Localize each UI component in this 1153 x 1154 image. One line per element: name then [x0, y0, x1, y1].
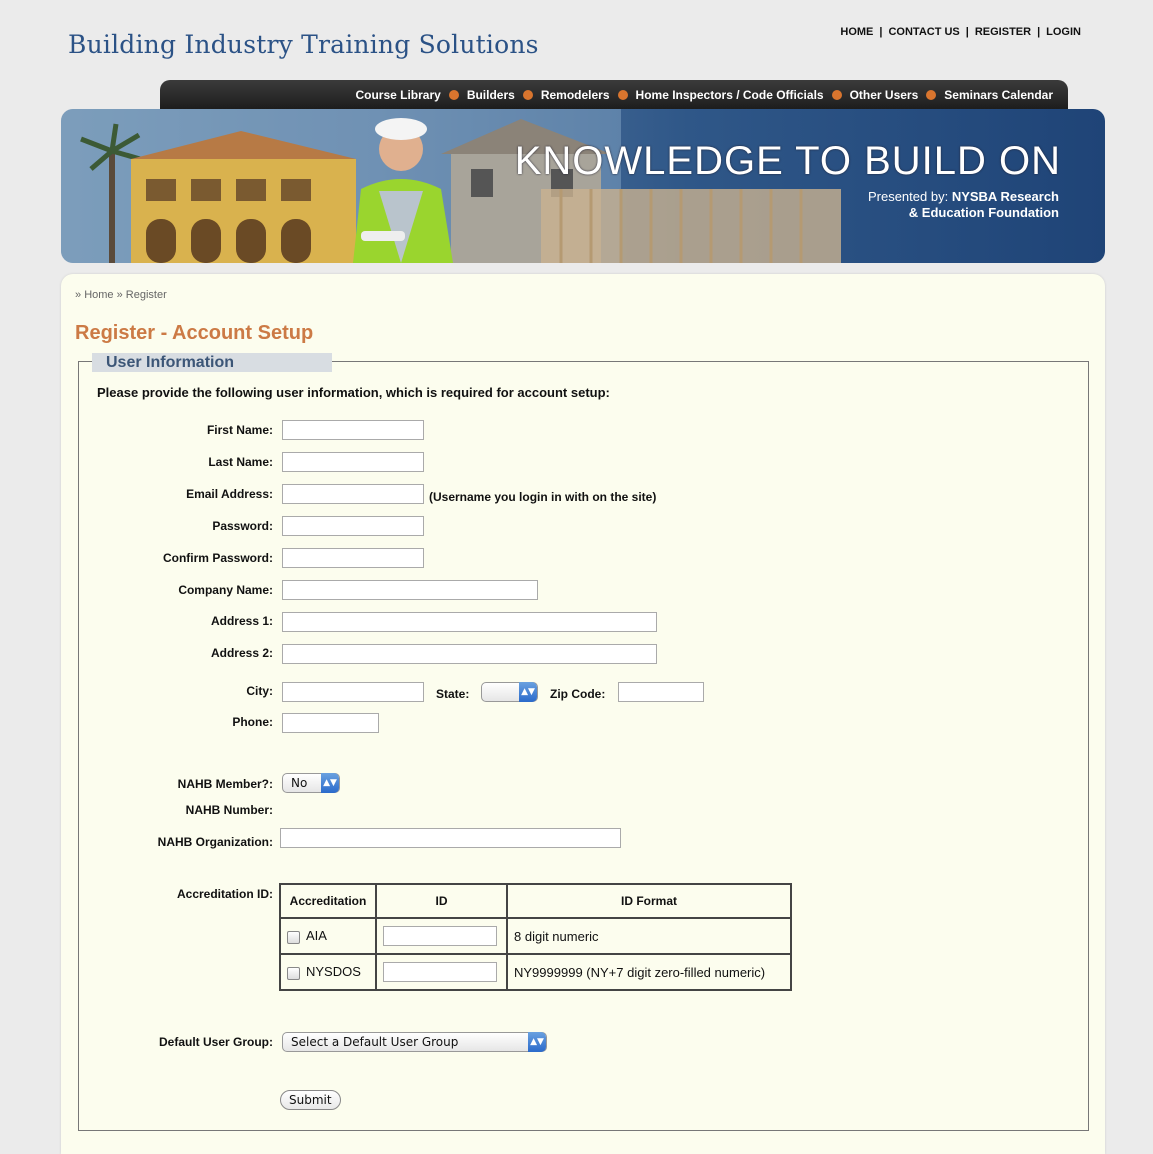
password-label: Password:	[212, 519, 273, 533]
nav-separator-dot	[522, 89, 533, 100]
main-nav: Course Library Builders Remodelers Home …	[160, 80, 1068, 109]
nahb-member-select[interactable]: No ▲▼	[282, 773, 340, 793]
email-label: Email Address:	[186, 487, 273, 501]
id-format-column-header: ID Format	[506, 883, 792, 919]
accreditation-name: NYSDOS	[306, 964, 361, 980]
nav-item-other-users[interactable]: Other Users	[850, 88, 919, 102]
section-title: User Information	[92, 353, 332, 372]
select-arrows-icon: ▲▼	[519, 682, 537, 702]
presented-org-line2: & Education Foundation	[908, 205, 1059, 220]
nysdos-checkbox[interactable]	[287, 966, 300, 980]
aia-id-input[interactable]	[383, 926, 497, 946]
nav-separator-dot	[926, 89, 937, 100]
default-user-group-select[interactable]: Select a Default User Group ▲▼	[282, 1032, 547, 1052]
accreditation-name: AIA	[306, 928, 327, 944]
nahb-number-label: NAHB Number:	[185, 803, 273, 817]
nav-item-course-library[interactable]: Course Library	[355, 88, 440, 102]
confirm-password-label: Confirm Password:	[162, 551, 273, 565]
aia-checkbox[interactable]	[287, 930, 300, 944]
accreditation-cell: NYSDOS	[279, 953, 377, 991]
presented-org-line1: NYSBA Research	[951, 189, 1059, 204]
nahb-organization-label: NAHB Organization:	[157, 835, 273, 849]
email-input[interactable]	[282, 484, 424, 504]
address1-label: Address 1:	[210, 614, 273, 628]
city-label: City:	[246, 684, 273, 698]
banner-presented-by: Presented by: NYSBA Research & Education…	[868, 189, 1059, 221]
city-input[interactable]	[282, 682, 424, 702]
select-arrows-icon: ▲▼	[321, 773, 339, 793]
top-link-contact[interactable]: CONTACT US	[888, 26, 959, 38]
nav-separator-dot	[448, 89, 459, 100]
content-area: » Home » Register Register - Account Set…	[61, 274, 1105, 1154]
phone-label: Phone:	[232, 715, 273, 729]
nahb-organization-input[interactable]	[280, 828, 621, 848]
hero-banner: KNOWLEDGE TO BUILD ON Presented by: NYSB…	[61, 109, 1105, 263]
last-name-input[interactable]	[282, 452, 424, 472]
accreditation-table: Accreditation ID ID Format AIA 8 digit n…	[279, 883, 792, 991]
form-intro: Please provide the following user inform…	[97, 385, 610, 400]
table-row: AIA 8 digit numeric	[279, 917, 792, 955]
email-hint: (Username you login in with on the site)	[429, 490, 657, 504]
address2-input[interactable]	[282, 644, 657, 664]
nav-item-remodelers[interactable]: Remodelers	[541, 88, 610, 102]
first-name-input[interactable]	[282, 420, 424, 440]
zip-code-input[interactable]	[618, 682, 704, 702]
first-name-label: First Name:	[206, 423, 273, 437]
state-select[interactable]: ▲▼	[481, 682, 538, 702]
top-link-register[interactable]: REGISTER	[975, 26, 1031, 38]
nahb-member-select-value: No	[291, 776, 308, 790]
user-information-fieldset: User Information Please provide the foll…	[78, 353, 1089, 1131]
address1-input[interactable]	[282, 612, 657, 632]
company-name-input[interactable]	[282, 580, 538, 600]
top-link-home[interactable]: HOME	[840, 26, 873, 38]
top-links: HOME | CONTACT US | REGISTER | LOGIN	[840, 26, 1081, 38]
nahb-member-label: NAHB Member?:	[177, 777, 273, 791]
default-user-group-value: Select a Default User Group	[291, 1035, 459, 1049]
password-input[interactable]	[282, 516, 424, 536]
submit-button[interactable]: Submit	[280, 1090, 341, 1110]
nav-separator-dot	[617, 89, 628, 100]
accreditation-column-header: Accreditation	[279, 883, 377, 919]
nysdos-id-input[interactable]	[383, 962, 497, 982]
company-name-label: Company Name:	[178, 583, 273, 597]
nav-separator-dot	[831, 89, 842, 100]
zip-code-label: Zip Code:	[550, 687, 606, 701]
nav-item-home-inspectors[interactable]: Home Inspectors / Code Officials	[636, 88, 824, 102]
breadcrumb: » Home » Register	[75, 289, 167, 301]
banner-headline: KNOWLEDGE TO BUILD ON	[514, 139, 1061, 183]
page-title: Register - Account Setup	[75, 322, 314, 344]
default-user-group-label: Default User Group:	[158, 1035, 273, 1049]
top-link-login[interactable]: LOGIN	[1046, 26, 1081, 38]
id-format-cell: NY9999999 (NY+7 digit zero-filled numeri…	[506, 953, 792, 991]
banner-illustration	[61, 109, 841, 263]
last-name-label: Last Name:	[208, 455, 273, 469]
id-column-header: ID	[375, 883, 508, 919]
breadcrumb-register[interactable]: Register	[126, 289, 167, 301]
id-cell	[375, 953, 508, 991]
select-arrows-icon: ▲▼	[528, 1032, 546, 1052]
breadcrumb-separator: »	[113, 289, 126, 301]
breadcrumb-separator: »	[75, 289, 85, 301]
nav-item-seminars-calendar[interactable]: Seminars Calendar	[944, 88, 1053, 102]
id-cell	[375, 917, 508, 955]
address2-label: Address 2:	[210, 646, 273, 660]
confirm-password-input[interactable]	[282, 548, 424, 568]
id-format-cell: 8 digit numeric	[506, 917, 792, 955]
accreditation-header-row: Accreditation ID ID Format	[279, 883, 792, 919]
accreditation-cell: AIA	[279, 917, 377, 955]
accreditation-id-label: Accreditation ID:	[176, 887, 273, 901]
table-row: NYSDOS NY9999999 (NY+7 digit zero-filled…	[279, 953, 792, 991]
breadcrumb-home[interactable]: Home	[84, 289, 113, 301]
presented-prefix: Presented by:	[867, 189, 949, 204]
phone-input[interactable]	[282, 713, 379, 733]
state-label: State:	[436, 687, 470, 701]
site-title[interactable]: Building Industry Training Solutions	[68, 30, 539, 59]
nav-item-builders[interactable]: Builders	[467, 88, 515, 102]
